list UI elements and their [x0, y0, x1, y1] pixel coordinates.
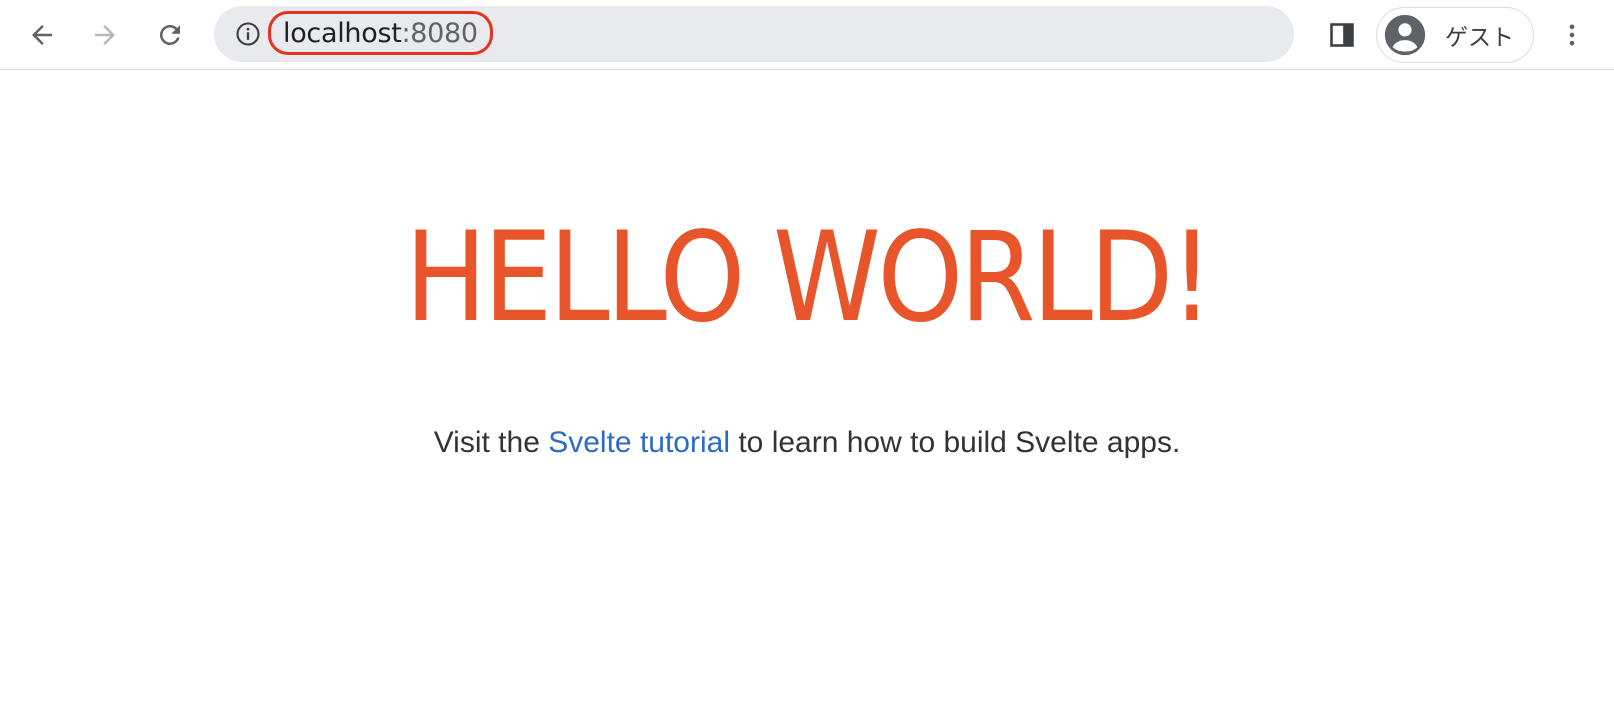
browser-menu-button[interactable]: [1550, 13, 1594, 57]
side-panel-icon: [1330, 23, 1354, 47]
arrow-right-icon: [95, 25, 115, 45]
profile-button[interactable]: ゲスト: [1376, 7, 1534, 63]
info-icon[interactable]: [234, 20, 262, 48]
back-button[interactable]: [20, 13, 64, 57]
intro-paragraph: Visit the Svelte tutorial to learn how t…: [0, 426, 1614, 460]
browser-toolbar: localhost:8080 ゲスト: [0, 0, 1614, 70]
intro-prefix: Visit the: [433, 426, 549, 459]
arrow-left-icon: [32, 25, 52, 45]
side-panel-button[interactable]: [1320, 13, 1364, 57]
svelte-tutorial-link[interactable]: Svelte tutorial: [548, 426, 730, 459]
url-port: :8080: [401, 17, 479, 49]
page-content: HELLO WORLD! Visit the Svelte tutorial t…: [0, 70, 1614, 706]
reload-icon: [159, 24, 180, 45]
page-heading-text: HELLO WORLD!: [404, 206, 1213, 350]
profile-label: ゲスト: [1445, 25, 1514, 51]
reload-button[interactable]: [148, 13, 192, 57]
three-dots-vertical-icon: [1569, 24, 1575, 46]
intro-suffix: to learn how to build Svelte apps.: [730, 426, 1181, 459]
page-heading: HELLO WORLD!: [0, 208, 1614, 348]
person-icon: [1384, 14, 1426, 56]
url-host: localhost: [283, 17, 402, 49]
address-bar[interactable]: localhost:8080: [214, 6, 1294, 62]
forward-button[interactable]: [83, 13, 127, 57]
url-text[interactable]: localhost:8080: [268, 11, 493, 55]
